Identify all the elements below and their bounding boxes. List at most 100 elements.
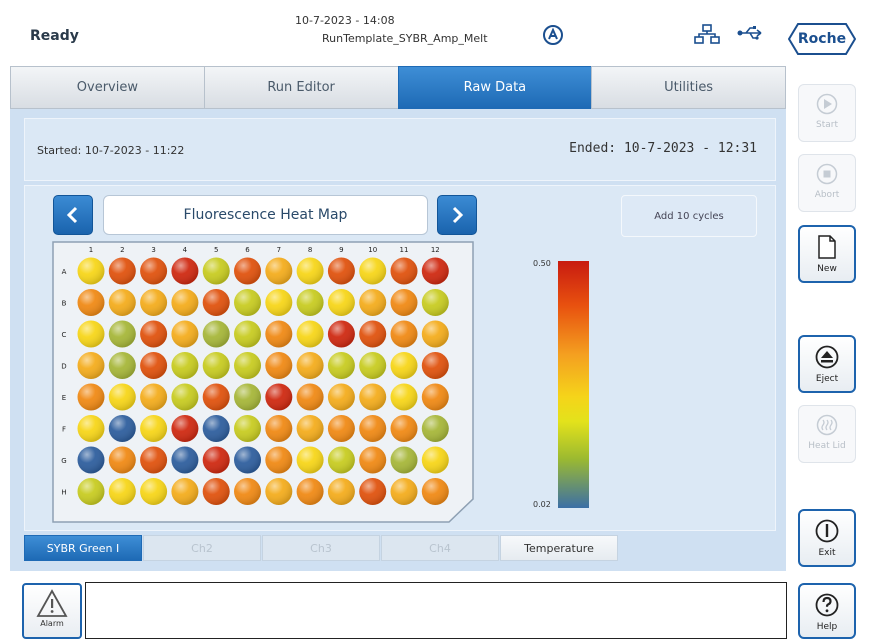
well-F6[interactable] bbox=[234, 415, 261, 442]
well-D10[interactable] bbox=[359, 352, 387, 379]
well-G2[interactable] bbox=[108, 446, 136, 474]
well-C7[interactable] bbox=[265, 320, 293, 348]
well-A1[interactable] bbox=[77, 257, 105, 285]
well-D6[interactable] bbox=[234, 352, 261, 379]
well-A4[interactable] bbox=[171, 257, 199, 285]
well-A7[interactable] bbox=[265, 257, 293, 285]
well-C9[interactable] bbox=[327, 320, 355, 348]
well-B1[interactable] bbox=[77, 289, 105, 316]
well-C5[interactable] bbox=[202, 320, 230, 348]
new-button[interactable]: New bbox=[798, 225, 856, 283]
well-E2[interactable] bbox=[108, 383, 136, 411]
well-B11[interactable] bbox=[390, 289, 418, 316]
well-F5[interactable] bbox=[202, 415, 230, 442]
well-E1[interactable] bbox=[77, 383, 105, 411]
well-E8[interactable] bbox=[296, 383, 324, 411]
well-H6[interactable] bbox=[234, 478, 261, 505]
well-H10[interactable] bbox=[359, 478, 387, 505]
well-D1[interactable] bbox=[77, 352, 105, 379]
well-F3[interactable] bbox=[140, 415, 168, 442]
well-G10[interactable] bbox=[359, 446, 387, 474]
well-C2[interactable] bbox=[108, 320, 136, 348]
well-E12[interactable] bbox=[421, 383, 449, 411]
tab-run-editor[interactable]: Run Editor bbox=[203, 66, 398, 109]
well-C4[interactable] bbox=[171, 320, 199, 348]
channel-tab-temperature[interactable]: Temperature bbox=[500, 535, 618, 561]
well-F11[interactable] bbox=[390, 415, 418, 442]
well-C10[interactable] bbox=[359, 320, 387, 348]
well-G11[interactable] bbox=[390, 446, 418, 474]
well-H7[interactable] bbox=[265, 478, 293, 505]
well-D3[interactable] bbox=[140, 352, 168, 379]
eject-button[interactable]: Eject bbox=[798, 335, 856, 393]
well-H8[interactable] bbox=[296, 478, 324, 505]
well-H1[interactable] bbox=[77, 478, 105, 505]
well-F12[interactable] bbox=[421, 415, 449, 442]
well-H11[interactable] bbox=[390, 478, 418, 505]
well-H2[interactable] bbox=[108, 478, 136, 505]
well-A5[interactable] bbox=[202, 257, 230, 285]
add-cycles-button[interactable]: Add 10 cycles bbox=[621, 195, 757, 237]
well-E10[interactable] bbox=[359, 383, 387, 411]
well-A11[interactable] bbox=[390, 257, 418, 285]
well-D12[interactable] bbox=[421, 352, 449, 379]
well-F1[interactable] bbox=[77, 415, 105, 442]
well-F4[interactable] bbox=[171, 415, 199, 442]
well-B7[interactable] bbox=[265, 289, 293, 316]
well-B10[interactable] bbox=[359, 289, 387, 316]
well-D4[interactable] bbox=[171, 352, 199, 379]
well-C11[interactable] bbox=[390, 320, 418, 348]
well-H4[interactable] bbox=[171, 478, 199, 505]
tab-overview[interactable]: Overview bbox=[10, 66, 204, 109]
well-H5[interactable] bbox=[202, 478, 230, 505]
well-E4[interactable] bbox=[171, 383, 199, 411]
well-B6[interactable] bbox=[234, 289, 261, 316]
well-G4[interactable] bbox=[171, 446, 199, 474]
well-B3[interactable] bbox=[140, 289, 168, 316]
well-D8[interactable] bbox=[296, 352, 324, 379]
well-B8[interactable] bbox=[296, 289, 324, 316]
exit-button[interactable]: Exit bbox=[798, 509, 856, 567]
well-C1[interactable] bbox=[77, 320, 105, 348]
well-D11[interactable] bbox=[390, 352, 418, 379]
well-G6[interactable] bbox=[234, 446, 261, 474]
well-C12[interactable] bbox=[421, 320, 449, 348]
well-C6[interactable] bbox=[234, 320, 261, 348]
well-F2[interactable] bbox=[108, 415, 136, 442]
well-E3[interactable] bbox=[140, 383, 168, 411]
well-B5[interactable] bbox=[202, 289, 230, 316]
previous-view-button[interactable] bbox=[53, 195, 93, 235]
well-D2[interactable] bbox=[108, 352, 136, 379]
well-A9[interactable] bbox=[327, 257, 355, 285]
well-E5[interactable] bbox=[202, 383, 230, 411]
well-G3[interactable] bbox=[140, 446, 168, 474]
well-A6[interactable] bbox=[234, 257, 261, 285]
well-D9[interactable] bbox=[327, 352, 355, 379]
well-F10[interactable] bbox=[359, 415, 387, 442]
well-B4[interactable] bbox=[171, 289, 199, 316]
tab-raw-data[interactable]: Raw Data bbox=[397, 66, 592, 109]
well-G7[interactable] bbox=[265, 446, 293, 474]
next-view-button[interactable] bbox=[437, 195, 477, 235]
well-E7[interactable] bbox=[265, 383, 293, 411]
well-A10[interactable] bbox=[359, 257, 387, 285]
well-A3[interactable] bbox=[140, 257, 168, 285]
channel-tab-sybr-green[interactable]: SYBR Green I bbox=[24, 535, 142, 561]
well-B12[interactable] bbox=[421, 289, 449, 316]
well-E11[interactable] bbox=[390, 383, 418, 411]
well-E9[interactable] bbox=[327, 383, 355, 411]
alarm-button[interactable]: Alarm bbox=[22, 583, 82, 639]
well-F8[interactable] bbox=[296, 415, 324, 442]
well-A2[interactable] bbox=[108, 257, 136, 285]
well-D7[interactable] bbox=[265, 352, 293, 379]
well-H3[interactable] bbox=[140, 478, 168, 505]
well-H9[interactable] bbox=[327, 478, 355, 505]
help-button[interactable]: Help bbox=[798, 583, 856, 639]
well-A12[interactable] bbox=[421, 257, 449, 285]
tab-utilities[interactable]: Utilities bbox=[591, 66, 786, 109]
well-G12[interactable] bbox=[421, 446, 449, 474]
well-C3[interactable] bbox=[140, 320, 168, 348]
well-D5[interactable] bbox=[202, 352, 230, 379]
well-A8[interactable] bbox=[296, 257, 324, 285]
well-B2[interactable] bbox=[108, 289, 136, 316]
